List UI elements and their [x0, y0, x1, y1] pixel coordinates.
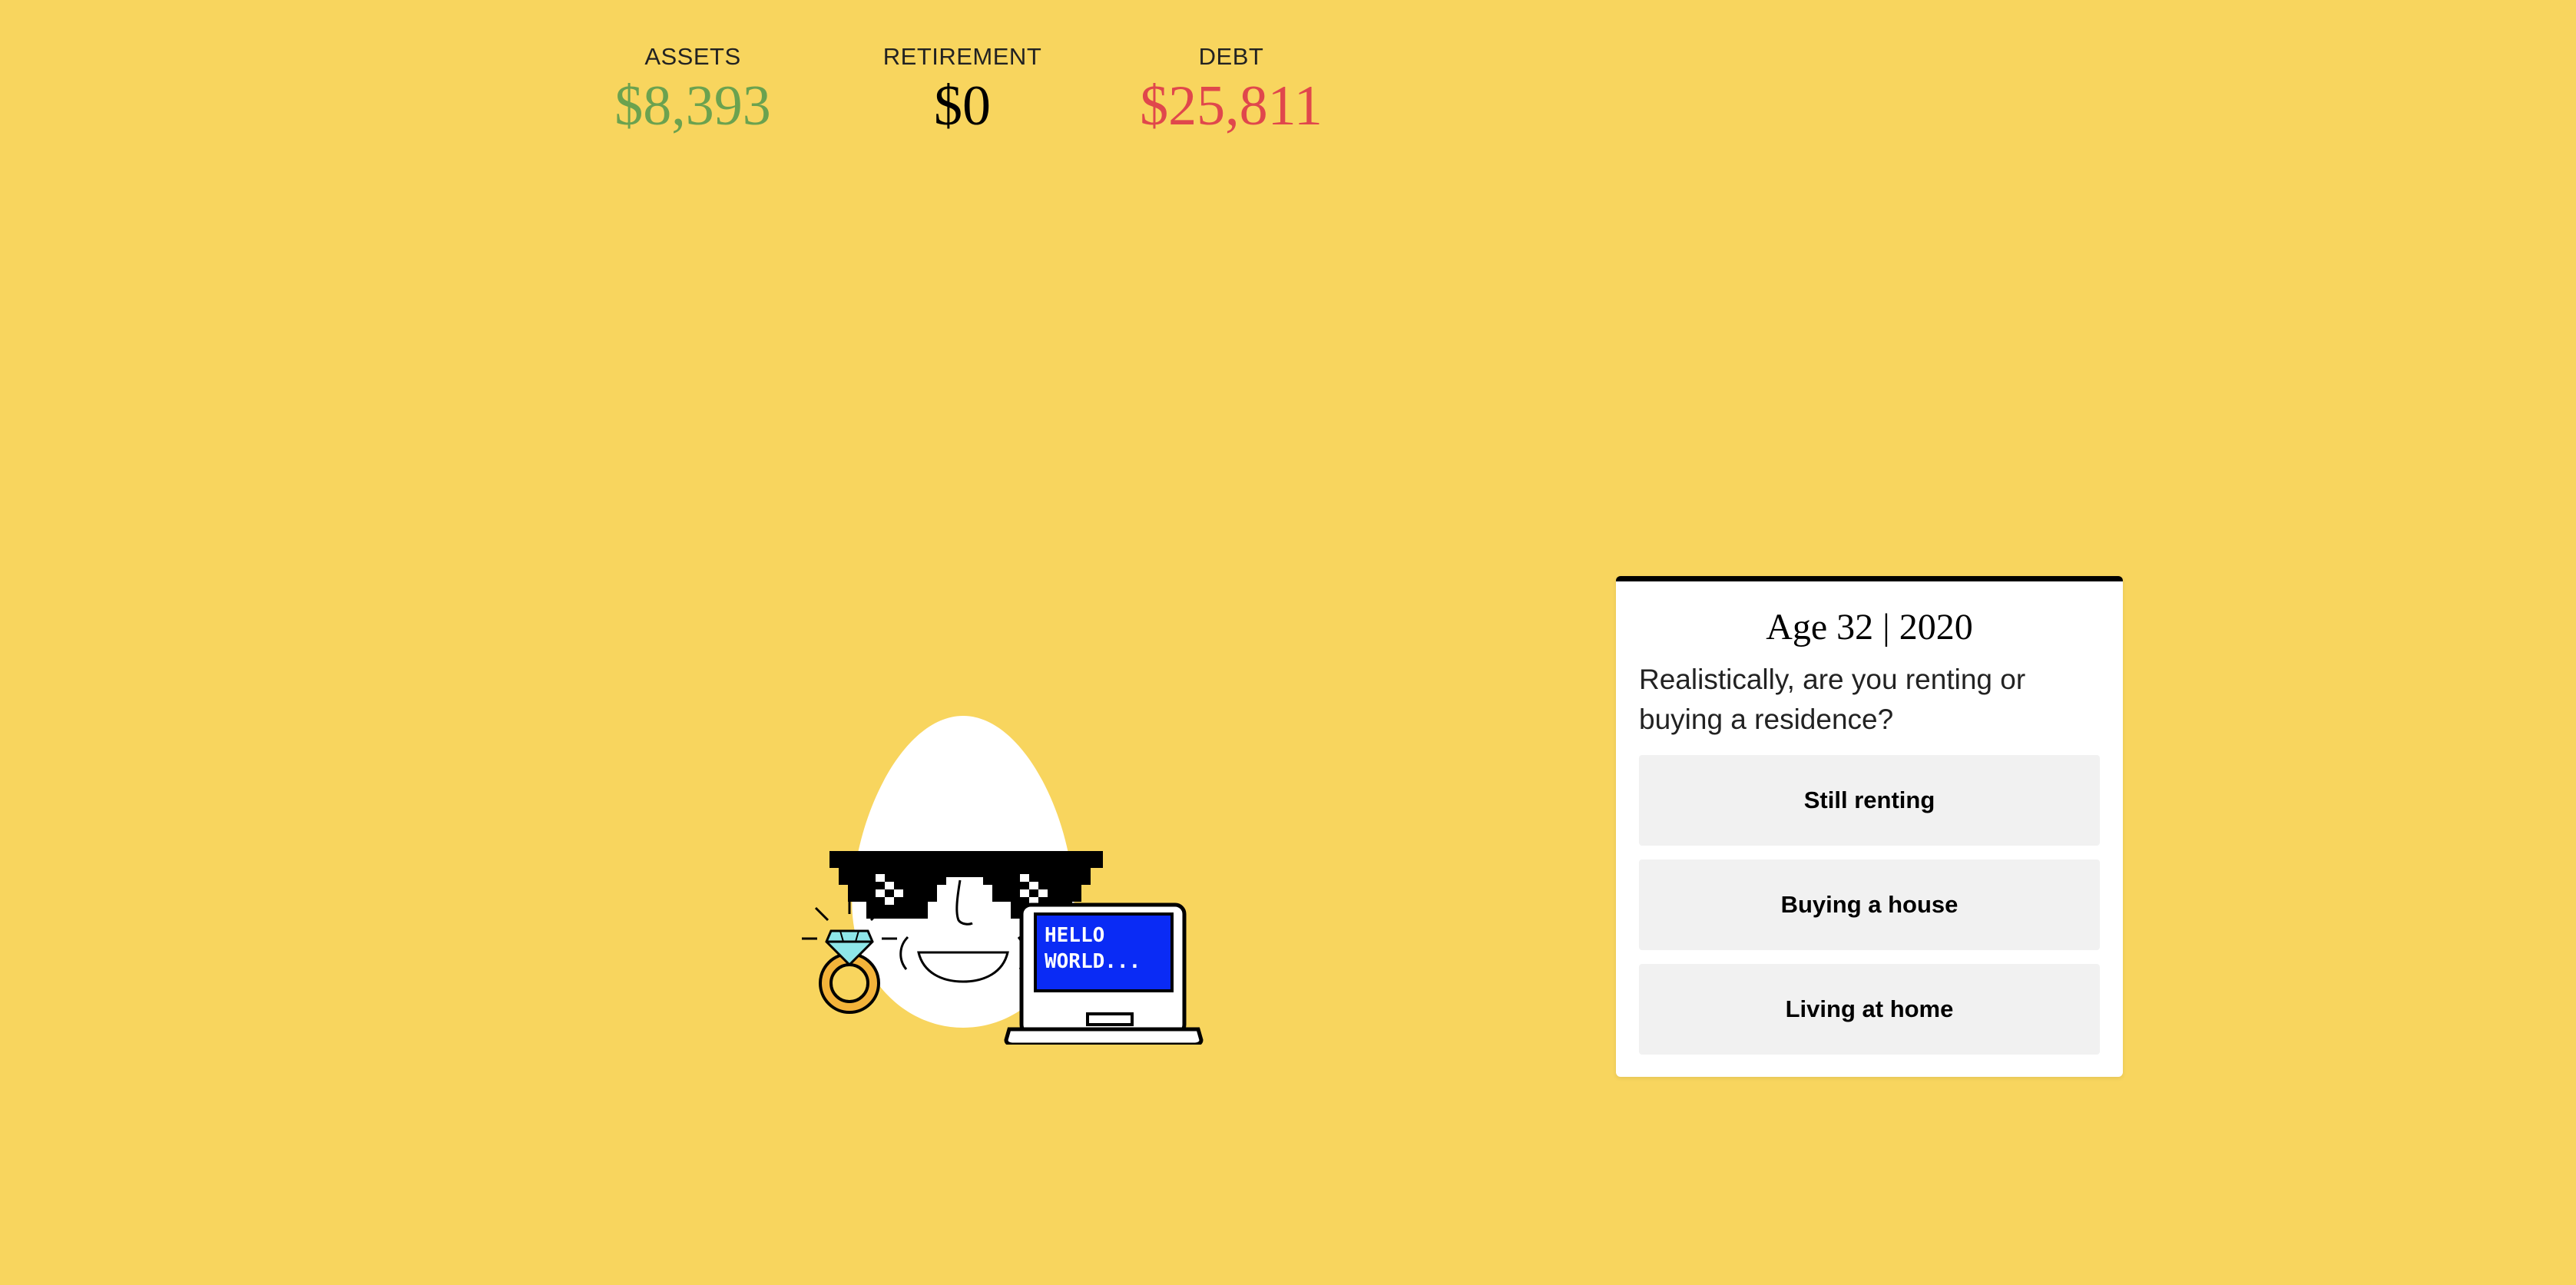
card-title: Age 32 | 2020	[1766, 607, 1973, 647]
question-card: Age 32 | 2020 Realistically, are you ren…	[1616, 576, 2123, 1077]
option-buying-a-house[interactable]: Buying a house	[1639, 859, 2100, 950]
assets-label: ASSETS	[644, 43, 741, 70]
egg-character-illustration: HELLO WORLD...	[802, 716, 1204, 1045]
stats-bar: ASSETS $8,393 RETIREMENT $0 DEBT $25,811	[0, 41, 2576, 157]
debt-value: $25,811	[1140, 75, 1323, 137]
debt-stat: DEBT $25,811	[1116, 41, 1346, 138]
answer-options: Still renting Buying a house Living at h…	[1639, 755, 2100, 1055]
assets-value: $8,393	[614, 75, 771, 137]
retirement-stat: RETIREMENT $0	[847, 41, 1078, 138]
retirement-label: RETIREMENT	[882, 43, 1042, 70]
retirement-value: $0	[934, 75, 991, 137]
debt-label: DEBT	[1198, 43, 1264, 70]
card-question: Realistically, are you renting or buying…	[1639, 664, 2026, 735]
laptop-screen-text-line1: HELLO	[1045, 924, 1104, 947]
option-still-renting[interactable]: Still renting	[1639, 755, 2100, 846]
option-living-at-home[interactable]: Living at home	[1639, 964, 2100, 1055]
laptop-icon: HELLO WORLD...	[1004, 902, 1204, 1045]
laptop-screen-text-line2: WORLD...	[1045, 950, 1141, 973]
assets-stat: ASSETS $8,393	[578, 41, 808, 138]
